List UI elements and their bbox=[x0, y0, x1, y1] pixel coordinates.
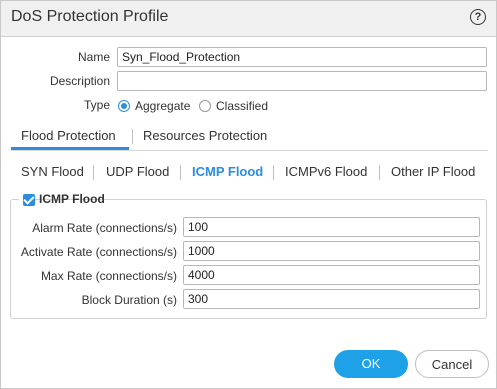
alarm-rate-input[interactable]: 100 bbox=[183, 217, 480, 237]
subtab-divider bbox=[93, 165, 94, 180]
subtab-syn-flood[interactable]: SYN Flood bbox=[21, 164, 84, 179]
name-label: Name bbox=[77, 50, 110, 64]
tab-resources-protection[interactable]: Resources Protection bbox=[143, 128, 267, 143]
subtab-icmp-flood[interactable]: ICMP Flood bbox=[192, 164, 263, 179]
classified-radio[interactable] bbox=[199, 100, 211, 112]
block-duration-input[interactable]: 300 bbox=[183, 289, 480, 309]
type-label: Type bbox=[83, 98, 110, 112]
classified-radio-label[interactable]: Classified bbox=[216, 99, 268, 113]
dialog-title: DoS Protection Profile bbox=[11, 8, 169, 25]
icmp-flood-checkbox[interactable] bbox=[23, 194, 35, 206]
tab-divider bbox=[132, 129, 133, 144]
name-input[interactable]: Syn_Flood_Protection bbox=[117, 47, 487, 67]
dialog-titlebar: DoS Protection Profile ? bbox=[1, 1, 496, 37]
subtab-divider bbox=[180, 165, 181, 180]
description-label: Description bbox=[49, 74, 110, 88]
alarm-rate-label: Alarm Rate (connections/s) bbox=[32, 221, 177, 235]
help-icon[interactable]: ? bbox=[470, 9, 486, 25]
block-duration-label: Block Duration (s) bbox=[81, 293, 177, 307]
subtab-divider bbox=[379, 165, 380, 180]
icmp-flood-checkbox-label[interactable]: ICMP Flood bbox=[39, 192, 105, 206]
aggregate-radio-label[interactable]: Aggregate bbox=[135, 99, 190, 113]
subtab-other-ip-flood[interactable]: Other IP Flood bbox=[391, 164, 475, 179]
dos-protection-profile-dialog: DoS Protection Profile ? Name Syn_Flood_… bbox=[0, 0, 497, 389]
ok-button[interactable]: OK bbox=[334, 350, 408, 378]
description-input[interactable] bbox=[117, 71, 487, 91]
max-rate-label: Max Rate (connections/s) bbox=[40, 269, 177, 283]
activate-rate-input[interactable]: 1000 bbox=[183, 241, 480, 261]
subtab-udp-flood[interactable]: UDP Flood bbox=[106, 164, 169, 179]
subtab-icmpv6-flood[interactable]: ICMPv6 Flood bbox=[285, 164, 367, 179]
activate-rate-label: Activate Rate (connections/s) bbox=[20, 245, 177, 259]
aggregate-radio[interactable] bbox=[118, 100, 130, 112]
max-rate-input[interactable]: 4000 bbox=[183, 265, 480, 285]
tab-bar-divider bbox=[11, 150, 488, 151]
icmp-flood-legend: ICMP Flood bbox=[19, 192, 105, 208]
subtab-divider bbox=[273, 165, 274, 180]
cancel-button[interactable]: Cancel bbox=[415, 350, 489, 378]
tab-flood-protection[interactable]: Flood Protection bbox=[21, 128, 116, 143]
